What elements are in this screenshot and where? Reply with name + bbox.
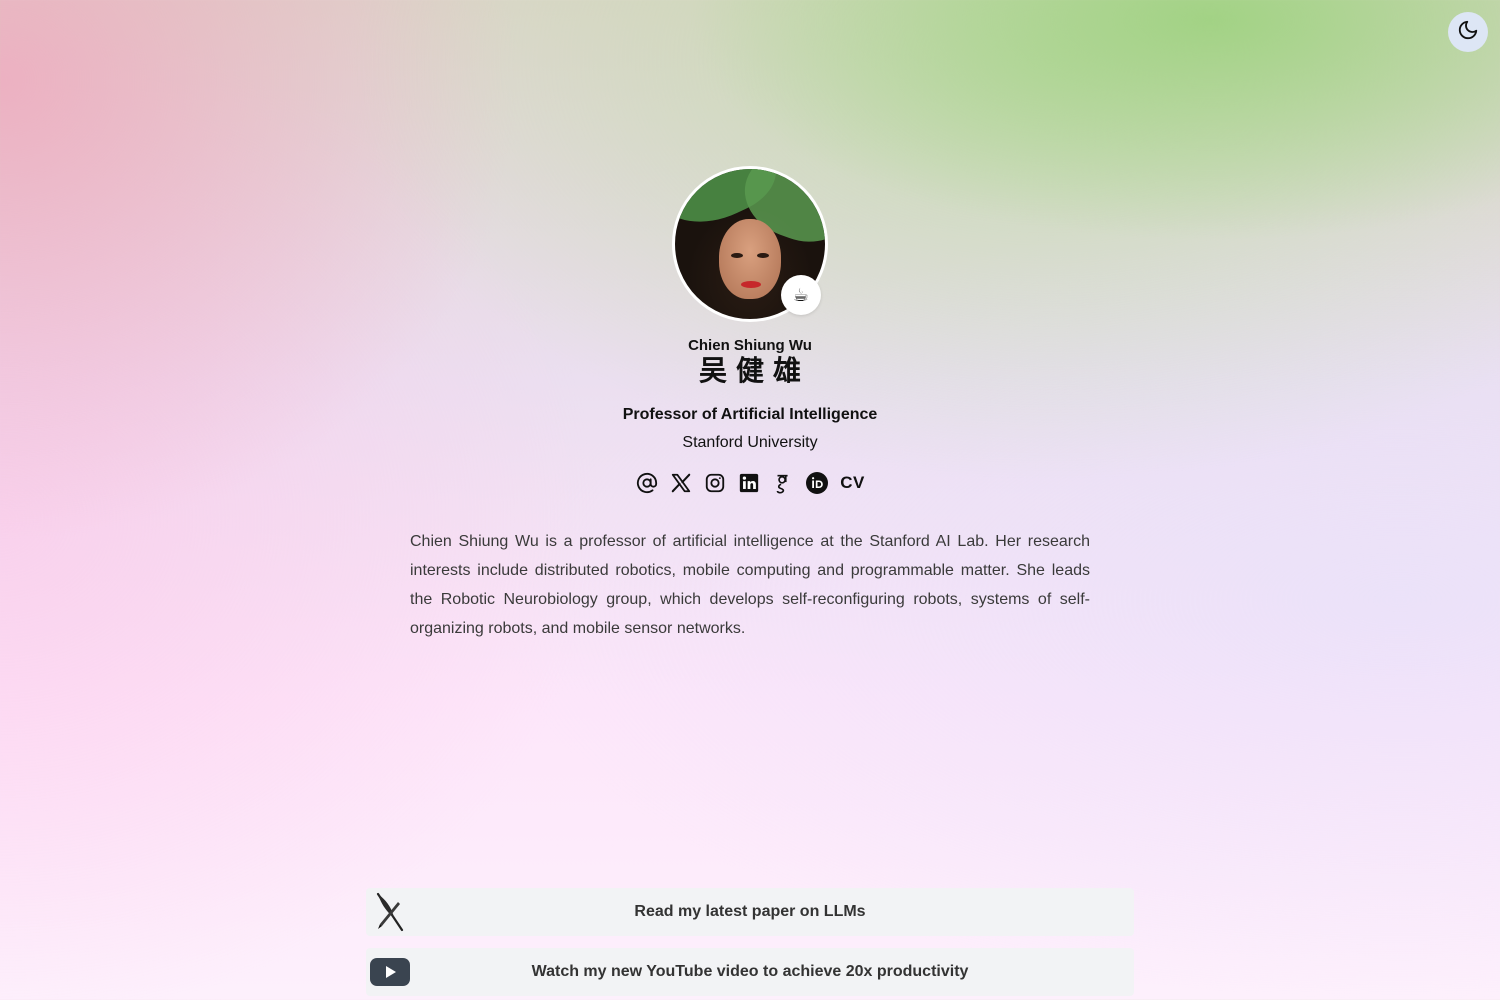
instagram-icon [706, 473, 725, 493]
profile-affiliation: Stanford University [682, 434, 818, 451]
cv-link[interactable]: CV [840, 473, 865, 493]
link-label: Watch my new YouTube video to achieve 20… [531, 963, 969, 980]
instagram-link[interactable] [703, 471, 727, 495]
profile-title: Professor of Artificial Intelligence [622, 406, 878, 423]
profile-section: ☕ Chien Shiung Wu 吴健雄 Professor of Artif… [0, 166, 1500, 659]
featured-links: Read my latest paper on LLMs Watch my ne… [366, 888, 1134, 1000]
coffee-badge: ☕ [781, 275, 821, 315]
profile-bio: Chien Shiung Wu is a professor of artifi… [410, 533, 1090, 637]
theme-toggle-button[interactable] [1448, 12, 1488, 52]
moon-icon [1457, 19, 1479, 46]
social-links: CV [635, 471, 865, 495]
avatar-container: ☕ [672, 166, 828, 322]
google-scholar-link[interactable] [771, 471, 795, 495]
youtube-icon [370, 952, 410, 992]
email-link[interactable] [635, 471, 659, 495]
x-link[interactable] [669, 471, 693, 495]
linkedin-link[interactable] [737, 471, 761, 495]
profile-name-chinese: 吴健雄 [698, 354, 810, 387]
linkedin-icon [740, 473, 759, 493]
at-icon [637, 472, 658, 494]
profile-name: Chien Shiung Wu [688, 337, 812, 354]
link-button-paper[interactable]: Read my latest paper on LLMs [366, 888, 1134, 936]
link-label: Read my latest paper on LLMs [634, 903, 866, 920]
feather-pen-icon [370, 892, 410, 932]
coffee-icon: ☕ [792, 284, 810, 305]
orcid-link[interactable] [805, 471, 829, 495]
orcid-icon [806, 472, 829, 494]
x-twitter-icon [671, 473, 691, 493]
link-button-youtube[interactable]: Watch my new YouTube video to achieve 20… [366, 948, 1134, 996]
google-scholar-icon [776, 474, 788, 494]
